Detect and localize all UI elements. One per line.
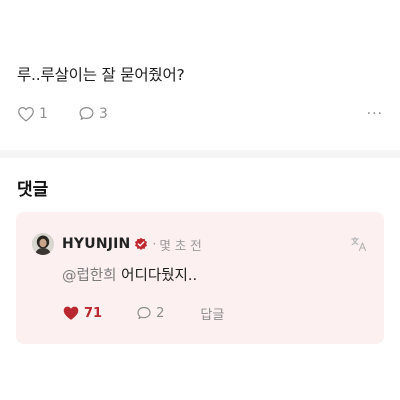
post-reply-count: 3 [98, 106, 108, 122]
avatar-image [32, 233, 54, 255]
comment-like-count: 71 [84, 305, 103, 321]
comment-author-row: HYUNJIN · 몇 초 전 [62, 235, 202, 253]
comment-reply-count: 2 [156, 305, 165, 321]
post-reply-button[interactable]: 3 [78, 106, 108, 122]
translate-icon[interactable] [350, 236, 368, 256]
comment-actions: 71 2 답글 [62, 304, 362, 323]
post-like-count: 1 [39, 106, 48, 122]
comment-reply-count-button[interactable]: 2 [136, 306, 164, 321]
post-like-button[interactable]: 1 [17, 106, 48, 122]
section-divider [0, 150, 400, 158]
post-text: 루..루살이는 잘 묻어줬어? [17, 66, 185, 84]
comment-text: 어디다뒀지.. [116, 268, 198, 284]
heart-outline-icon [18, 106, 34, 122]
more-icon[interactable]: ··· [367, 106, 383, 122]
comment-time: 몇 초 전 [159, 237, 202, 253]
post-actions: 1 3 ··· [17, 104, 383, 124]
comment-body: @럽한희 어디다뒀지.. [62, 264, 197, 285]
meta-separator: · [152, 237, 157, 251]
comment-card: HYUNJIN · 몇 초 전 @럽한희 어디다뒀지.. 71 2 답글 [16, 212, 384, 344]
speech-bubble-icon [79, 107, 94, 120]
reply-button[interactable]: 답글 [200, 304, 224, 323]
avatar[interactable] [32, 233, 54, 255]
comment-author[interactable]: HYUNJIN [62, 236, 130, 252]
comment-mention[interactable]: @럽한희 [62, 268, 117, 284]
comments-heading: 댓글 [17, 180, 49, 200]
heart-filled-icon [63, 306, 79, 320]
verified-badge-icon [135, 237, 148, 251]
comment-like-button[interactable]: 71 [62, 305, 102, 321]
speech-bubble-icon [137, 306, 151, 319]
